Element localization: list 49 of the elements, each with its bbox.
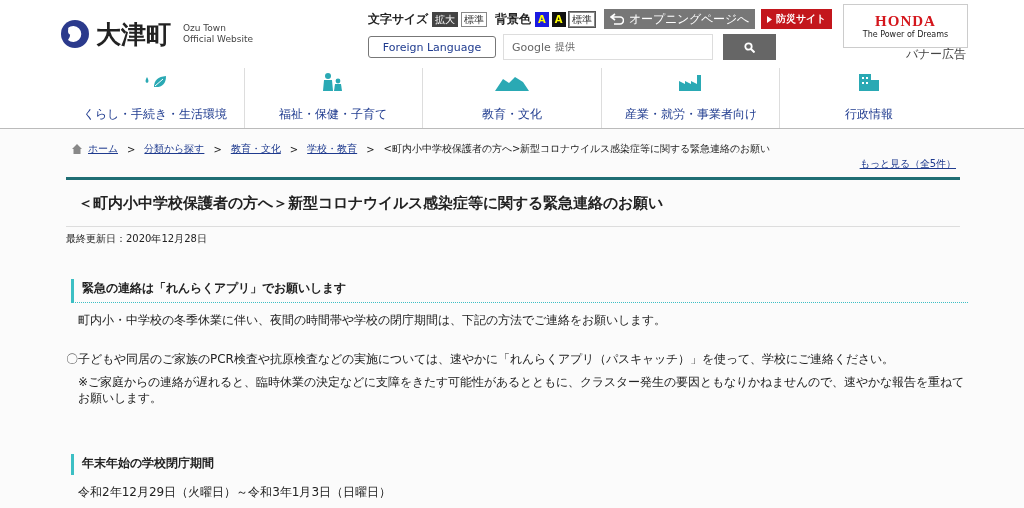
breadcrumb-separator: > (366, 143, 375, 155)
font-size-button[interactable]: 拡大 (432, 11, 458, 27)
paragraph: 町内小・中学校の冬季休業に伴い、夜間の時間帯や学校の閉庁期間は、下記の方法でご連絡をお願いします。 (78, 312, 667, 329)
banner-brand: HONDA (875, 13, 936, 30)
sponsor-banner[interactable]: HONDA The Power of Dreams (843, 4, 968, 48)
search-field[interactable]: Google 提供 (503, 34, 713, 60)
town-emblem-icon (60, 19, 90, 49)
factory-icon (677, 73, 704, 92)
nav-item[interactable]: 福祉・保健・子育て (243, 68, 423, 128)
nav-item[interactable]: 教育・文化 (422, 68, 601, 128)
building-icon (858, 73, 881, 92)
breadcrumb-separator: > (127, 143, 136, 155)
breadcrumb-link[interactable]: 教育・文化 (230, 142, 281, 156)
breadcrumb-separator: > (213, 143, 222, 155)
section-heading: 緊急の連絡は「れんらくアプリ」でお願いします (71, 279, 968, 303)
breadcrumb-separator: > (289, 143, 299, 155)
site-subtitle: Ozu Town (183, 23, 227, 34)
nav-item[interactable]: くらし・手続き・生活環境 (66, 68, 244, 128)
font-size-label: 文字サイズ (368, 10, 428, 28)
breadcrumb-current: <町内小中学校保護者の方へ>新型コロナウイルス感染症等に関する緊急連絡のお願い (383, 142, 771, 156)
site-subtitle: Official Website (183, 34, 253, 45)
foreign-language-button[interactable]: Foreign Language (368, 36, 496, 58)
nav-item[interactable]: 行政情報 (779, 68, 958, 128)
last-updated: 最終更新日：2020年12月28日 (66, 232, 208, 246)
background-color-label: 背景色 (495, 10, 531, 28)
page-title: ＜町内小中学校保護者の方へ＞新型コロナウイルス感染症等に関する緊急連絡のお願い (66, 177, 960, 227)
banner-tagline: The Power of Dreams (862, 30, 949, 39)
breadcrumb-link[interactable]: ホーム (88, 142, 118, 156)
paragraph: ※ご家庭からの連絡が遅れると、臨時休業の決定などに支障をきたす可能性があるとともに、クラスター発生の要因ともなりかねませんので、速やかな報告を重ねてお願いします。 (78, 373, 966, 408)
more-link[interactable]: もっと見る（全5件） (859, 157, 960, 171)
return-arrow-icon (609, 13, 624, 25)
font-size-button[interactable]: 標準 (461, 11, 487, 27)
disaster-site-button[interactable]: 防災サイト (760, 9, 832, 29)
site-name[interactable]: 大津町 (96, 17, 171, 51)
home-icon (72, 144, 82, 154)
background-color-button[interactable]: 標準 (568, 11, 595, 27)
paragraph: 〇子どもや同居のご家族のPCR検査や抗原検査などの実施については、速やかに「れんらくアプリ（パスキャッチ）」を使って、学校にご連絡ください。 (66, 350, 895, 368)
caret-icon (766, 15, 772, 23)
background-color-button[interactable]: A (535, 11, 549, 27)
banner-caption: バナー広告 (906, 48, 966, 60)
breadcrumb-link[interactable]: 分類から探す (144, 142, 205, 156)
breadcrumb-link[interactable]: 学校・教育 (307, 142, 358, 156)
paragraph: 令和2年12月29日（火曜日）～令和3年1月3日（日曜日） (78, 484, 393, 501)
search-button[interactable] (723, 34, 776, 60)
background-color-button[interactable]: A (551, 11, 566, 27)
search-icon (744, 41, 755, 53)
section-heading: 年末年始の学校閉庁期間 (71, 454, 968, 476)
nav-item[interactable]: 産業・就労・事業者向け (600, 68, 780, 128)
opening-page-button[interactable]: オープニングページへ (603, 9, 755, 29)
